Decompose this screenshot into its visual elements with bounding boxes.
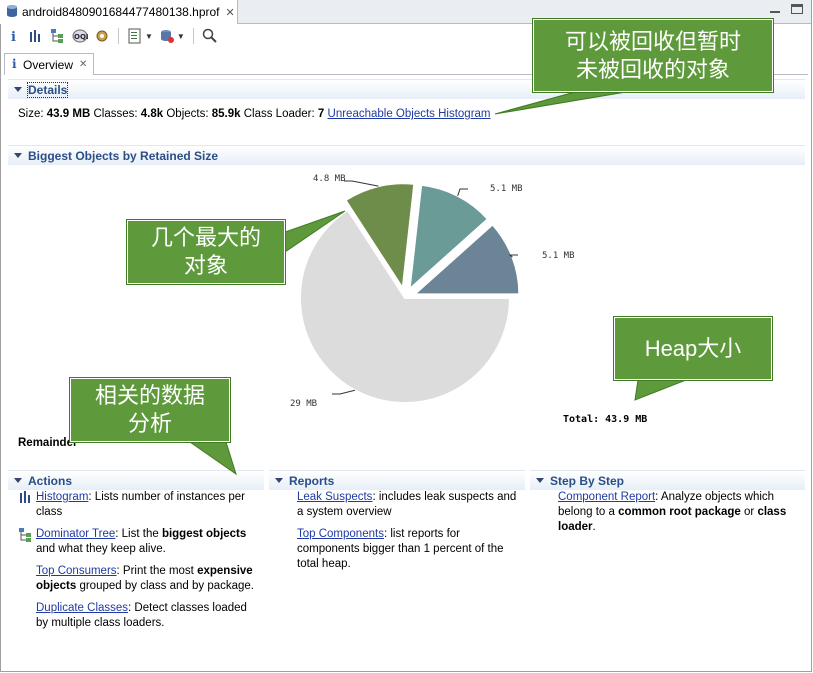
collapse-icon [14, 478, 22, 483]
query-browser-icon[interactable] [159, 28, 175, 44]
toolbar-separator [118, 28, 119, 44]
info-icon[interactable]: i [6, 28, 22, 44]
search-icon[interactable] [202, 28, 218, 44]
pie-slice-label: 4.8 MB [313, 174, 346, 184]
retained-size-pie-chart: 5.1 MB 5.1 MB 4.8 MB 29 MB [290, 174, 575, 409]
close-icon[interactable]: ✕ [79, 59, 87, 70]
tab-overview[interactable]: i Overview ✕ [4, 53, 94, 75]
top-consumers-description: : Print the most [116, 565, 198, 577]
tab-hprof-label: android8480901684477480138.hprof [22, 5, 220, 19]
dominator-tree-icon [19, 528, 33, 542]
callout-line: 对象 [183, 253, 228, 278]
top-consumers-link[interactable]: Top Consumers [36, 565, 117, 577]
reports-section-header[interactable]: Reports [269, 470, 525, 490]
biggest-objects-title: Biggest Objects by Retained Size [28, 148, 219, 163]
component-report-link[interactable]: Component Report [558, 491, 655, 503]
dominator-tree-icon[interactable] [50, 28, 66, 44]
pie-slice-label: 29 MB [290, 399, 317, 409]
biggest-objects-emphasis: biggest objects [161, 528, 247, 540]
window-controls [769, 4, 803, 14]
component-report-description-end: . [592, 521, 596, 533]
classes-label: Classes: [93, 108, 138, 120]
total-heap-label: Total: 43.9 MB [563, 414, 648, 425]
size-value: 43.9 MB [46, 108, 91, 120]
list-item: Top Components: list reports for compone… [297, 527, 519, 572]
dominator-tree-description-end: and what they keep alive. [36, 543, 166, 555]
classloader-value: 7 [317, 108, 325, 120]
info-icon: i [9, 57, 19, 72]
classes-value: 4.8k [140, 108, 164, 120]
list-item: Leak Suspects: includes leak suspects an… [297, 490, 519, 520]
details-title: Details [26, 81, 69, 98]
callout-line: 几个最大的 [150, 225, 261, 250]
step-by-step-list: Component Report: Analyze objects which … [558, 490, 800, 542]
svg-text:OQL: OQL [74, 33, 88, 41]
leak-suspects-link[interactable]: Leak Suspects [297, 491, 372, 503]
collapse-icon [14, 153, 22, 158]
duplicate-classes-link[interactable]: Duplicate Classes [36, 602, 128, 614]
common-root-package-emphasis: common root package [618, 506, 741, 518]
heap-dump-file-icon [6, 4, 18, 21]
callout-line: 分析 [127, 411, 172, 436]
dominator-tree-description: : List the [115, 528, 162, 540]
biggest-objects-section-header[interactable]: Biggest Objects by Retained Size [8, 145, 805, 165]
classloader-label: Class Loader: [243, 108, 315, 120]
reports-title: Reports [289, 473, 335, 488]
details-summary: Size: 43.9 MB Classes: 4.8k Objects: 85.… [18, 108, 491, 120]
chevron-down-icon[interactable]: ▼ [177, 32, 185, 41]
report-icon[interactable] [127, 28, 143, 44]
chevron-down-icon[interactable]: ▼ [145, 32, 153, 41]
size-label: Size: [18, 108, 44, 120]
dominator-tree-link[interactable]: Dominator Tree [36, 528, 115, 540]
actions-title: Actions [28, 473, 73, 488]
unreachable-objects-link[interactable]: Unreachable Objects Histogram [328, 108, 491, 120]
objects-label: Objects: [166, 108, 209, 120]
collapse-icon [536, 478, 544, 483]
pie-slice-label: 5.1 MB [490, 184, 523, 194]
callout-line: 未被回收的对象 [575, 56, 730, 82]
data-analysis-callout: 相关的数据 分析 [69, 377, 231, 443]
step-by-step-section-header[interactable]: Step By Step [530, 470, 805, 490]
actions-list: Histogram: Lists number of instances per… [19, 490, 258, 638]
maximize-icon[interactable] [791, 4, 803, 14]
list-item: Top Consumers: Print the most expensive … [36, 564, 258, 594]
toolbar-separator [192, 28, 194, 44]
collapse-icon [14, 87, 22, 92]
objects-value: 85.9k [211, 108, 241, 120]
close-icon[interactable]: ✕ [226, 6, 235, 19]
actions-section-header[interactable]: Actions [8, 470, 264, 490]
svg-text:i: i [11, 30, 16, 43]
unreachable-objects-callout: 可以被回收但暂时 未被回收的对象 [532, 18, 774, 93]
callout-line: 可以被回收但暂时 [564, 28, 741, 54]
list-item: Duplicate Classes: Detect classes loaded… [36, 601, 258, 631]
top-consumers-description-end: grouped by class and by package. [76, 580, 254, 592]
gear-icon[interactable] [94, 28, 110, 44]
pie-leader-line [332, 389, 356, 395]
pie-slice-label: 5.1 MB [542, 251, 575, 261]
reports-list: Leak Suspects: includes leak suspects an… [297, 490, 519, 579]
collapse-icon [275, 478, 283, 483]
callout-line: 相关的数据 [94, 383, 205, 408]
pie-leader-line [344, 180, 379, 187]
remainder-label: Remainder [18, 437, 78, 449]
pie-leader-line [457, 188, 468, 196]
histogram-icon [19, 491, 33, 504]
list-item: Component Report: Analyze objects which … [558, 490, 800, 535]
svg-text:i: i [12, 57, 17, 69]
tab-overview-label: Overview [23, 57, 74, 72]
heap-size-callout: Heap大小 [613, 316, 773, 381]
biggest-objects-callout: 几个最大的 对象 [126, 219, 286, 285]
minimize-icon[interactable] [769, 4, 781, 14]
top-components-link[interactable]: Top Components [297, 528, 384, 540]
tab-hprof-file[interactable]: android8480901684477480138.hprof ✕ [0, 0, 238, 24]
oql-icon[interactable]: OQL [72, 28, 88, 44]
step-by-step-title: Step By Step [550, 473, 625, 488]
histogram-icon[interactable] [28, 28, 44, 44]
component-report-description-mid: or [740, 506, 758, 518]
callout-line: Heap大小 [644, 335, 742, 361]
list-item: Histogram: Lists number of instances per… [20, 490, 258, 520]
histogram-link[interactable]: Histogram [36, 491, 88, 503]
list-item: Dominator Tree: List the biggest objects… [19, 527, 258, 557]
